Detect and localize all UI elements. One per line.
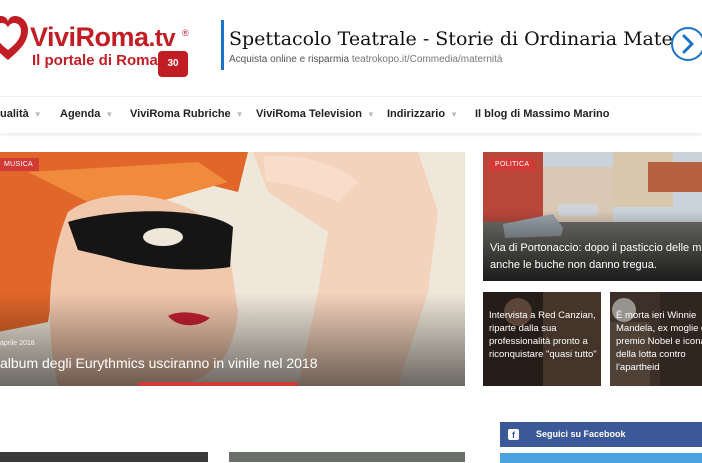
viviroma-heart-logo-icon[interactable] xyxy=(0,14,28,64)
ad-subtitle[interactable]: Acquista online e risparmia teatrokopo.i… xyxy=(229,54,502,65)
category-badge[interactable]: POLITICA xyxy=(489,158,536,171)
nav-item-blog[interactable]: Il blog di Massimo Marino xyxy=(475,108,609,120)
nav-item-attualita[interactable]: ualità ▼ xyxy=(0,108,42,120)
twitter-follow-button[interactable] xyxy=(500,453,702,463)
chevron-down-icon: ▼ xyxy=(235,110,244,119)
facebook-follow-button[interactable]: f Seguici su Facebook xyxy=(500,422,702,447)
nav-item-agenda[interactable]: Agenda ▼ xyxy=(60,108,113,120)
small-article-card[interactable]: È morta ieri Winnie Mandela, ex moglie d… xyxy=(610,292,702,386)
hero-article-image xyxy=(0,152,465,386)
nav-item-label: Indirizzario xyxy=(387,108,446,120)
logo-tld-text: .tv xyxy=(148,25,176,52)
nav-item-indirizzario[interactable]: Indirizzario ▼ xyxy=(387,108,458,120)
main-nav: ualità ▼ Agenda ▼ ViviRoma Rubriche ▼ ViviR… xyxy=(0,97,702,133)
logo-tagline: Il portale di Roma xyxy=(32,52,158,69)
article-title[interactable]: Intervista a Red Canzian, riparte dalla … xyxy=(489,309,601,361)
chevron-down-icon: ▼ xyxy=(105,110,114,119)
article-title[interactable]: album degli Eurythmics usciranno in vini… xyxy=(0,355,318,371)
nav-item-label: Agenda xyxy=(60,108,101,120)
logo-registered-mark: ® xyxy=(182,28,189,38)
ad-arrow-button[interactable] xyxy=(671,27,702,61)
bottom-article-thumbnail[interactable] xyxy=(0,452,208,462)
nav-item-television[interactable]: ViviRoma Television ▼ xyxy=(256,108,375,120)
chevron-right-icon xyxy=(682,34,694,54)
nav-item-label: Il blog di Massimo Marino xyxy=(475,108,610,120)
site-logo-name[interactable]: ViviRoma.tv xyxy=(30,22,176,53)
nav-item-label: ualità xyxy=(0,108,29,120)
anniversary-badge: 30 xyxy=(158,51,188,77)
nav-item-label: ViviRoma Rubriche xyxy=(130,108,231,120)
chevron-down-icon: ▼ xyxy=(366,110,375,119)
hero-article-card[interactable]: MUSICA aprile 2018 album degli Eurythmic… xyxy=(0,152,465,386)
facebook-follow-label: Seguici su Facebook xyxy=(536,429,626,439)
article-title[interactable]: Via di Portonaccio: dopo il pasticcio de… xyxy=(490,240,702,274)
article-date: aprile 2018 xyxy=(0,340,35,347)
bottom-article-thumbnail[interactable] xyxy=(229,452,465,462)
chevron-down-icon: ▼ xyxy=(33,110,42,119)
ad-url: teatrokopo.it/Commedia/maternità xyxy=(351,54,503,65)
ad-divider xyxy=(221,20,224,70)
nav-item-label: ViviRoma Television xyxy=(256,108,362,120)
logo-name-text: ViviRoma xyxy=(30,22,149,52)
facebook-icon: f xyxy=(508,429,519,440)
side-article-card[interactable]: POLITICA Via di Portonaccio: dopo il pas… xyxy=(483,152,702,281)
article-title[interactable]: È morta ieri Winnie Mandela, ex moglie d… xyxy=(616,309,702,374)
ad-subtitle-text: Acquista online e risparmia xyxy=(229,54,350,65)
small-article-card[interactable]: Intervista a Red Canzian, riparte dalla … xyxy=(483,292,601,386)
nav-item-rubriche[interactable]: ViviRoma Rubriche ▼ xyxy=(130,108,244,120)
chevron-down-icon: ▼ xyxy=(450,110,458,119)
category-badge[interactable]: MUSICA xyxy=(0,158,40,171)
ad-title-link[interactable]: Spettacolo Teatrale - Storie di Ordinari… xyxy=(229,28,702,50)
hero-accent-bar xyxy=(138,382,298,386)
